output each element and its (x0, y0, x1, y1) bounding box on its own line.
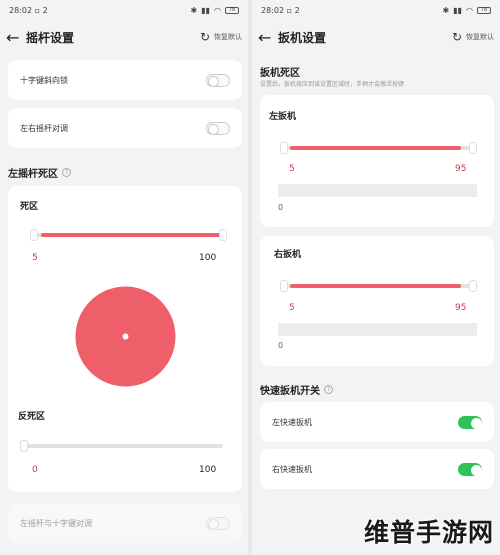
status-bar: 28:02 ▫ 2 ✱ ▮▮ ◠ 78 (252, 0, 500, 20)
wifi-icon: ◠ (466, 5, 473, 15)
bluetooth-icon: ✱ (190, 5, 198, 15)
deadzone-slider-fill (41, 233, 223, 237)
left-trigger-min-handle[interactable] (280, 142, 288, 154)
back-arrow-icon[interactable]: ← (6, 28, 22, 47)
deadzone-preview-circle (75, 286, 176, 387)
right-trigger-min-handle[interactable] (280, 280, 288, 292)
left-trigger-label: 左扳机 (269, 112, 297, 122)
bluetooth-icon: ✱ (442, 5, 450, 15)
reset-button[interactable]: ↻ 恢复默认 (200, 30, 242, 44)
status-bar: 28:02 ▫ 2 ✱ ▮▮ ◠ 78 (0, 0, 248, 20)
stick-center-dot (122, 333, 129, 340)
signal-icon: ▮▮ (201, 5, 211, 15)
signal-icon: ▮▮ (453, 5, 463, 15)
deadzone-max-handle[interactable] (219, 229, 227, 241)
help-icon[interactable]: ? (62, 168, 71, 177)
wifi-icon: ◠ (214, 5, 221, 15)
toggle-label: 十字键斜向锁 (20, 75, 68, 85)
help-icon[interactable]: ? (324, 385, 333, 394)
left-trigger-max-handle[interactable] (469, 142, 477, 154)
page-title: 扳机设置 (278, 30, 327, 45)
trigger-deadzone-title: 扳机死区 (260, 68, 300, 79)
right-trigger-max-value: 95 (455, 303, 467, 313)
refresh-icon: ↻ (199, 30, 210, 44)
swap-stick-dpad-toggle[interactable] (206, 516, 230, 530)
deadzone-card: 死区 5 100 反死区 0 100 (8, 186, 242, 492)
status-icons: ✱ ▮▮ ◠ 78 (442, 5, 491, 15)
trigger-deadzone-description: 设置后，扳机按压到该设置区域时，手柄才会激活按键 (260, 81, 405, 88)
left-quick-trigger-toggle[interactable] (458, 415, 482, 429)
right-trigger-input-bar (278, 323, 477, 336)
right-trigger-label: 右扳机 (274, 250, 302, 260)
dpad-diagonal-lock-toggle[interactable] (206, 73, 230, 87)
status-icons: ✱ ▮▮ ◠ 78 (190, 5, 239, 15)
left-trigger-max-value: 95 (455, 164, 467, 174)
toggle-label: 左摇杆与十字键对调 (20, 518, 92, 528)
right-trigger-slider-fill (290, 284, 461, 288)
quick-trigger-title: 快速扳机开关 ? (260, 382, 333, 397)
page-header: ← 扳机设置 ↻ 恢复默认 (252, 20, 500, 54)
page-title: 摇杆设置 (26, 30, 75, 45)
anti-deadzone-max-value: 100 (199, 465, 217, 475)
deadzone-min-value: 5 (32, 253, 38, 263)
left-trigger-min-value: 5 (289, 164, 295, 174)
right-trigger-min-value: 5 (289, 303, 295, 313)
right-trigger-max-handle[interactable] (469, 280, 477, 292)
status-time: 28:02 ▫ 2 (261, 5, 300, 15)
refresh-icon: ↻ (451, 30, 462, 44)
deadzone-max-value: 100 (199, 253, 217, 263)
dpad-diagonal-lock-row[interactable]: 十字键斜向锁 (8, 60, 242, 100)
battery-icon: 78 (477, 6, 491, 14)
anti-deadzone-min-value: 0 (32, 465, 38, 475)
right-trigger-card: 右扳机 5 95 0 (260, 236, 494, 366)
left-trigger-slider-fill (290, 146, 461, 150)
left-quick-trigger-row[interactable]: 左快速扳机 (260, 402, 494, 442)
battery-icon: 78 (225, 6, 239, 14)
watermark: 维普手游网 (363, 518, 494, 547)
swap-sticks-row[interactable]: 左右摇杆对调 (8, 108, 242, 148)
right-quick-trigger-toggle[interactable] (458, 462, 482, 476)
status-time: 28:02 ▫ 2 (9, 5, 48, 15)
deadzone-min-handle[interactable] (30, 229, 38, 241)
reset-button[interactable]: ↻ 恢复默认 (452, 30, 494, 44)
right-trigger-current-value: 0 (278, 341, 284, 350)
swap-sticks-toggle[interactable] (206, 121, 230, 135)
joystick-settings-panel: 28:02 ▫ 2 ✱ ▮▮ ◠ 78 ← 摇杆设置 ↻ 恢复默认 十字键斜向锁… (0, 0, 248, 555)
anti-deadzone-handle[interactable] (20, 440, 28, 452)
left-trigger-card: 左扳机 5 95 0 (260, 95, 494, 227)
toggle-label: 右快速扳机 (272, 464, 312, 474)
left-stick-deadzone-title: 左摇杆死区 ? (8, 165, 71, 180)
left-trigger-input-bar (278, 184, 477, 197)
anti-deadzone-slider-track[interactable] (22, 444, 223, 448)
back-arrow-icon[interactable]: ← (258, 28, 274, 47)
swap-stick-dpad-row[interactable]: 左摇杆与十字键对调 (8, 503, 242, 543)
page-header: ← 摇杆设置 ↻ 恢复默认 (0, 20, 248, 54)
toggle-label: 左快速扳机 (272, 417, 312, 427)
toggle-label: 左右摇杆对调 (20, 123, 68, 133)
deadzone-label: 死区 (20, 202, 39, 212)
right-quick-trigger-row[interactable]: 右快速扳机 (260, 449, 494, 489)
trigger-settings-panel: 28:02 ▫ 2 ✱ ▮▮ ◠ 78 ← 扳机设置 ↻ 恢复默认 扳机死区 设… (252, 0, 500, 555)
anti-deadzone-label: 反死区 (18, 412, 46, 422)
left-trigger-current-value: 0 (278, 203, 284, 212)
